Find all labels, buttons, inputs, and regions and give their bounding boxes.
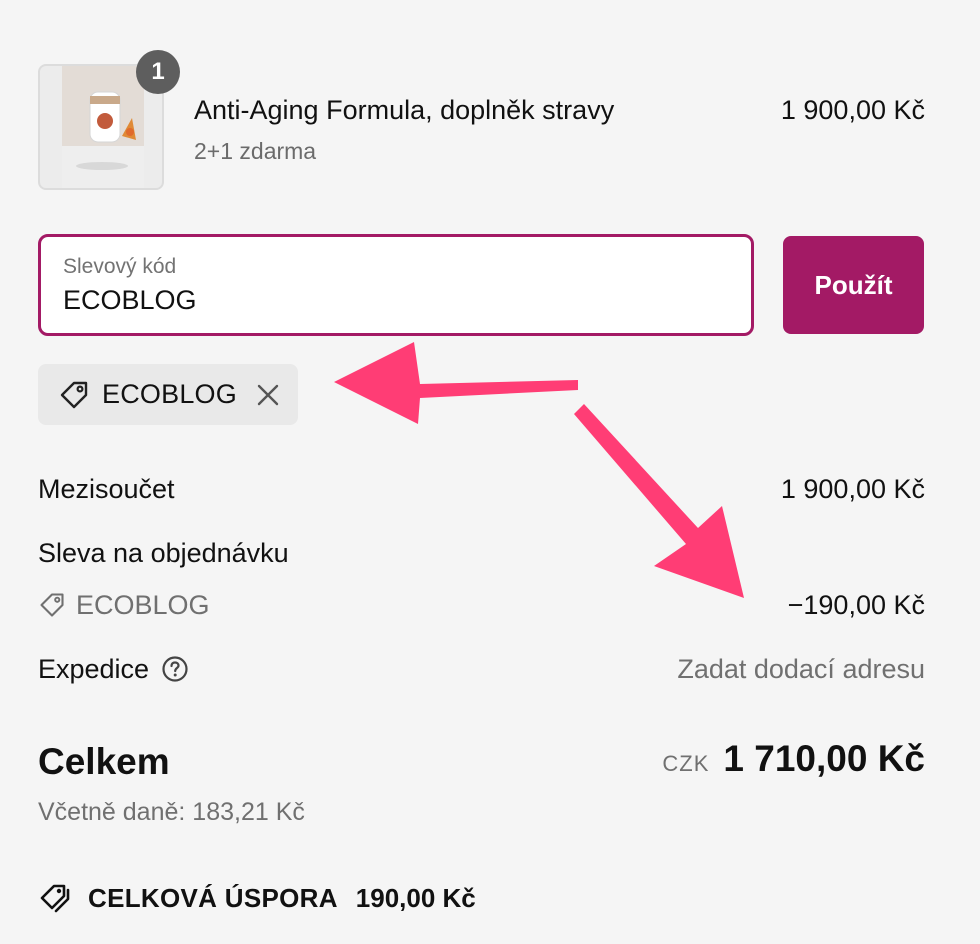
discount-code-label: Slevový kód <box>63 255 177 278</box>
tag-icon <box>40 593 64 617</box>
tag-icon <box>60 381 88 408</box>
apply-discount-button[interactable]: Použít <box>783 236 924 334</box>
annotation-arrow-down <box>574 404 744 598</box>
total-label: Celkem <box>38 741 170 782</box>
tags-icon <box>40 884 70 913</box>
applied-discount-chip: ECOBLOG <box>38 364 298 425</box>
annotation-arrow-left <box>334 342 578 424</box>
shipping-row: Expedice <box>38 652 189 686</box>
remove-discount-button[interactable] <box>255 382 281 408</box>
product-variant: 2+1 zdarma <box>194 138 317 164</box>
savings-value: 190,00 Kč <box>355 882 476 913</box>
quantity-badge: 1 <box>136 50 180 94</box>
shipping-label: Expedice <box>38 654 150 684</box>
subtotal-value: 1 900,00 Kč <box>780 474 925 504</box>
order-discount-code: ECOBLOG <box>76 590 210 620</box>
tax-included-text: Včetně daně: 183,21 Kč <box>38 798 305 826</box>
total-value: 1 710,00 Kč <box>723 738 925 779</box>
applied-discount-code: ECOBLOG <box>102 379 237 409</box>
help-circle-icon[interactable] <box>161 655 189 683</box>
product-name: Anti-Aging Formula, doplněk stravy <box>194 95 615 125</box>
total-savings: CELKOVÁ ÚSPORA 190,00 Kč <box>38 880 476 916</box>
product-price: 1 900,00 Kč <box>780 95 925 125</box>
product-image <box>62 66 144 188</box>
order-discount-label: Sleva na objednávku <box>38 538 289 568</box>
order-discount-value: −190,00 Kč <box>787 590 925 620</box>
close-icon <box>257 384 279 405</box>
savings-label: CELKOVÁ ÚSPORA <box>88 882 338 913</box>
order-discount-code-row: ECOBLOG <box>38 588 210 622</box>
total-currency: CZK <box>662 751 710 776</box>
shipping-value: Zadat dodací adresu <box>677 654 925 684</box>
total-amount: CZK 1 710,00 Kč <box>662 738 925 780</box>
discount-code-input[interactable] <box>63 285 723 316</box>
discount-code-field[interactable]: Slevový kód <box>38 234 754 336</box>
subtotal-label: Mezisoučet <box>38 474 175 504</box>
